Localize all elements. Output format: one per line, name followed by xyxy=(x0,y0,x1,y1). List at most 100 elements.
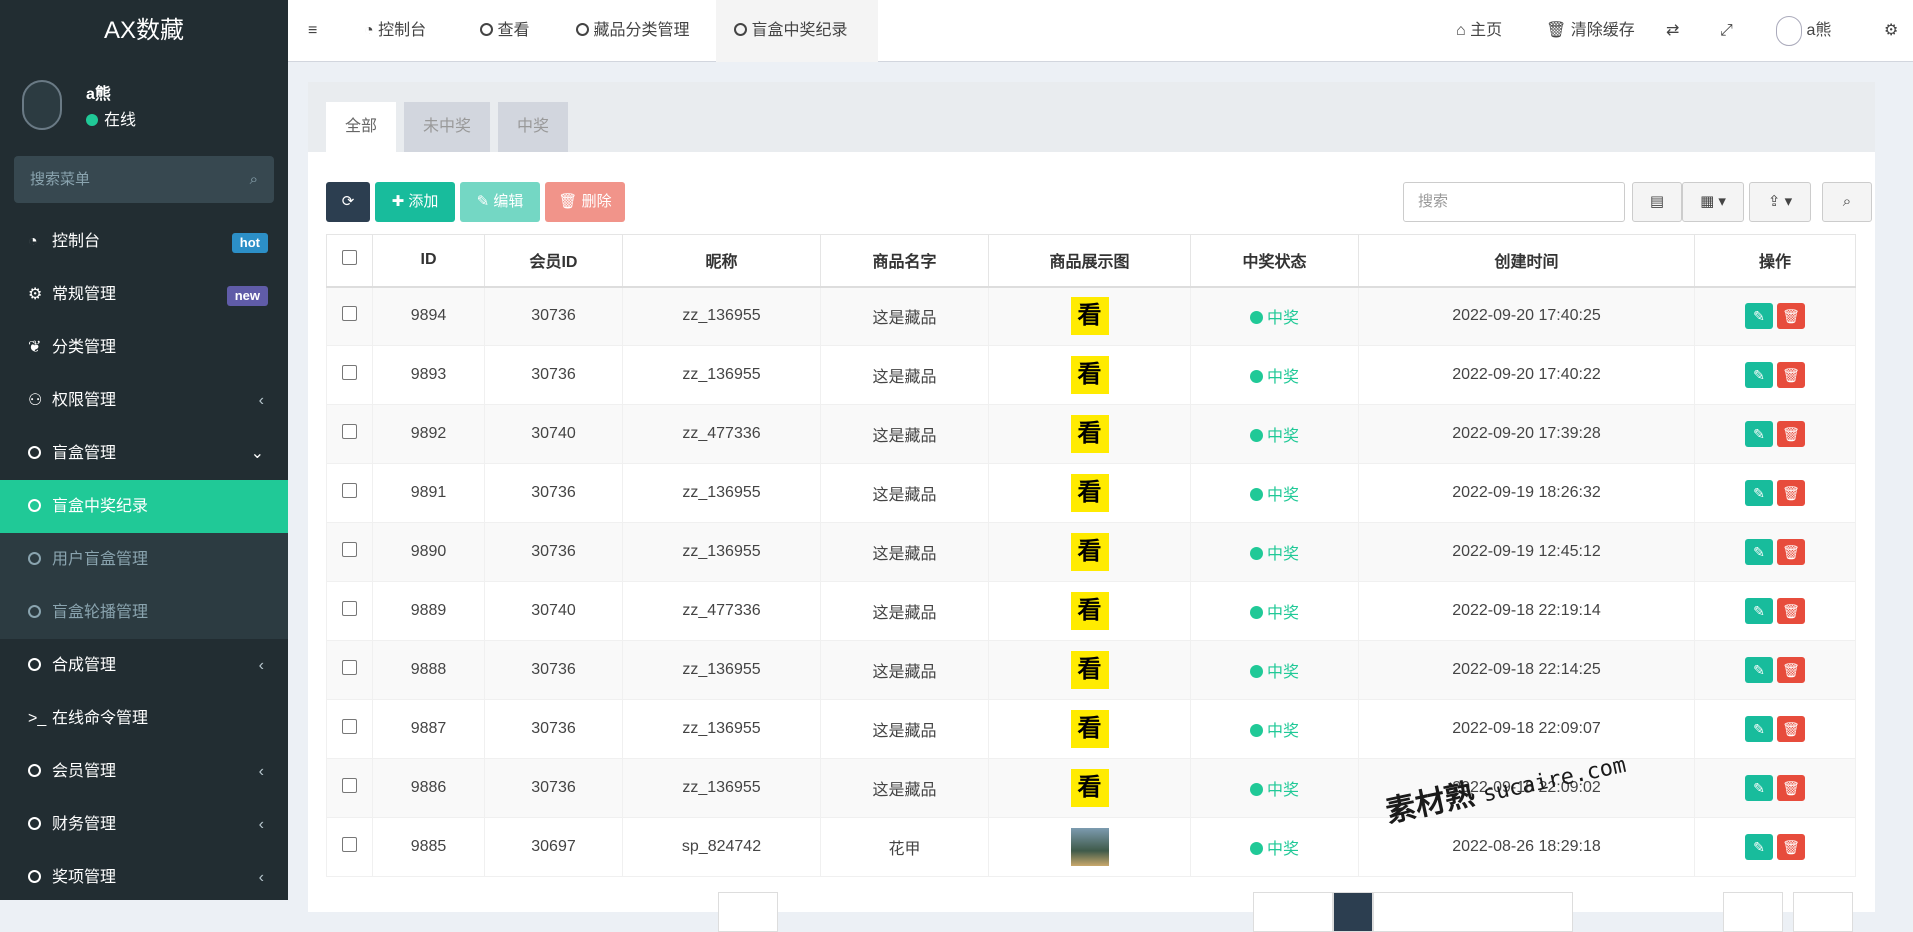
menu-toggle-icon[interactable]: ≡ xyxy=(308,0,317,62)
tab-not-won[interactable]: 未中奖 xyxy=(404,102,490,152)
sidebar-item-dashboard[interactable]: ◔ 控制台 hot xyxy=(0,215,288,268)
row-select-cell[interactable] xyxy=(326,345,373,405)
row-edit-button[interactable]: ✎ xyxy=(1745,539,1773,565)
row-edit-button[interactable]: ✎ xyxy=(1745,716,1773,742)
settings-icon[interactable]: ⚙ xyxy=(1884,0,1898,62)
sidebar-item-general[interactable]: ⚙ 常规管理 new xyxy=(0,268,288,321)
row-checkbox[interactable] xyxy=(342,778,357,793)
col-nickname[interactable]: 昵称 xyxy=(622,234,821,288)
select-all-cell[interactable] xyxy=(326,234,373,288)
edit-button[interactable]: ✎ 编辑 xyxy=(460,182,540,222)
table-row[interactable]: 9888 30736 zz_136955 这是藏品 看 中奖 2022-09-18 22:1… xyxy=(326,640,1856,700)
row-select-cell[interactable] xyxy=(326,758,373,818)
pagination-current[interactable] xyxy=(1333,892,1373,932)
goods-thumbnail[interactable]: 看 xyxy=(1070,474,1109,512)
col-member-id[interactable]: 会员ID xyxy=(484,234,623,288)
pagination-prev[interactable] xyxy=(1253,892,1333,932)
tab-blindbox-winning[interactable]: 盲盒中奖纪录 xyxy=(716,0,878,62)
columns-button[interactable]: ▦ ▾ xyxy=(1682,182,1744,222)
goods-thumbnail[interactable]: 看 xyxy=(1070,710,1109,748)
col-status[interactable]: 中奖状态 xyxy=(1190,234,1359,288)
row-edit-button[interactable]: ✎ xyxy=(1745,303,1773,330)
add-button[interactable]: ✚ 添加 xyxy=(375,182,455,222)
row-checkbox[interactable] xyxy=(342,660,357,675)
select-all-checkbox[interactable] xyxy=(342,250,357,266)
row-edit-button[interactable]: ✎ xyxy=(1745,421,1773,447)
pagination-next[interactable] xyxy=(1793,892,1853,932)
row-checkbox[interactable] xyxy=(342,306,357,322)
row-checkbox[interactable] xyxy=(342,719,357,734)
row-checkbox[interactable] xyxy=(342,483,357,498)
tab-won[interactable]: 中奖 xyxy=(498,102,568,152)
col-created-time[interactable]: 创建时间 xyxy=(1358,234,1695,288)
goods-thumbnail[interactable]: 看 xyxy=(1070,592,1109,630)
row-edit-button[interactable]: ✎ xyxy=(1745,775,1773,801)
fullscreen-icon[interactable]: ⤢ xyxy=(1720,0,1733,62)
table-row[interactable]: 9891 30736 zz_136955 这是藏品 看 中奖 2022-09-19 18:2… xyxy=(326,463,1856,523)
row-delete-button[interactable]: 🗑 xyxy=(1777,598,1805,624)
row-edit-button[interactable]: ✎ xyxy=(1745,480,1773,506)
row-delete-button[interactable]: 🗑 xyxy=(1777,362,1805,388)
row-delete-button[interactable]: 🗑 xyxy=(1777,834,1805,860)
goods-thumbnail[interactable]: 看 xyxy=(1070,769,1109,807)
goods-thumbnail[interactable]: 看 xyxy=(1070,533,1109,571)
row-select-cell[interactable] xyxy=(326,640,373,700)
row-select-cell[interactable] xyxy=(326,817,373,877)
sidebar-item-finance[interactable]: 财务管理 ‹ xyxy=(0,798,288,851)
row-delete-button[interactable]: 🗑 xyxy=(1777,303,1805,330)
search-input[interactable]: 搜索 xyxy=(1403,182,1625,222)
row-checkbox[interactable] xyxy=(342,542,357,557)
row-checkbox[interactable] xyxy=(342,601,357,616)
row-select-cell[interactable] xyxy=(326,463,373,523)
toggle-card-view-button[interactable]: ▤ xyxy=(1632,182,1682,222)
table-row[interactable]: 9887 30736 zz_136955 这是藏品 看 中奖 2022-09-18 22:0… xyxy=(326,699,1856,759)
sidebar-item-category[interactable]: ❦ 分类管理 xyxy=(0,321,288,374)
row-edit-button[interactable]: ✎ xyxy=(1745,657,1773,683)
export-button[interactable]: ⇪ ▾ xyxy=(1749,182,1811,222)
home-link[interactable]: ⌂ 主页 xyxy=(1456,0,1502,62)
row-checkbox[interactable] xyxy=(342,424,357,439)
table-row[interactable]: 9885 30697 sp_824742 花甲 中奖 2022-08-26 18:29:1… xyxy=(326,817,1856,877)
row-checkbox[interactable] xyxy=(342,837,357,852)
delete-button[interactable]: 🗑 删除 xyxy=(545,182,625,222)
refresh-button[interactable]: ⟳ xyxy=(326,182,370,222)
row-select-cell[interactable] xyxy=(326,404,373,464)
row-delete-button[interactable]: 🗑 xyxy=(1777,421,1805,447)
language-icon[interactable]: ⇄ xyxy=(1666,0,1679,62)
sidebar-item-command[interactable]: >_ 在线命令管理 xyxy=(0,692,288,745)
table-row[interactable]: 9889 30740 zz_477336 这是藏品 看 中奖 2022-09-18 22:1… xyxy=(326,581,1856,641)
sidebar-item-prize[interactable]: 奖项管理 ‹ xyxy=(0,851,288,904)
col-id[interactable]: ID xyxy=(372,234,485,288)
row-delete-button[interactable]: 🗑 xyxy=(1777,716,1805,742)
row-delete-button[interactable]: 🗑 xyxy=(1777,539,1805,565)
goods-thumbnail[interactable]: 看 xyxy=(1070,415,1109,453)
goods-thumbnail[interactable]: 看 xyxy=(1070,651,1109,689)
sidebar-item-synthesis[interactable]: 合成管理 ‹ xyxy=(0,639,288,692)
sidebar-item-blindbox-carousel[interactable]: 盲盒轮播管理 xyxy=(0,586,288,639)
row-select-cell[interactable] xyxy=(326,699,373,759)
table-row[interactable]: 9894 30736 zz_136955 这是藏品 看 中奖 2022-09-20 17:4… xyxy=(326,286,1856,346)
pagination-jump[interactable] xyxy=(1723,892,1783,932)
sidebar-item-member[interactable]: 会员管理 ‹ xyxy=(0,745,288,798)
row-checkbox[interactable] xyxy=(342,365,357,380)
tab-view[interactable]: 查看 xyxy=(480,0,560,62)
table-row[interactable]: 9893 30736 zz_136955 这是藏品 看 中奖 2022-09-20 17:4… xyxy=(326,345,1856,405)
user-menu[interactable]: a熊 xyxy=(1776,0,1831,62)
sidebar-item-auth[interactable]: ⚇ 权限管理 ‹ xyxy=(0,374,288,427)
row-select-cell[interactable] xyxy=(326,286,373,346)
col-goods-name[interactable]: 商品名字 xyxy=(820,234,989,288)
col-goods-image[interactable]: 商品展示图 xyxy=(988,234,1191,288)
row-edit-button[interactable]: ✎ xyxy=(1745,834,1773,860)
tab-all[interactable]: 全部 xyxy=(326,102,396,152)
goods-thumbnail[interactable]: 看 xyxy=(1070,356,1109,394)
table-row[interactable]: 9892 30740 zz_477336 这是藏品 看 中奖 2022-09-20 17:3… xyxy=(326,404,1856,464)
row-delete-button[interactable]: 🗑 xyxy=(1777,657,1805,683)
goods-thumbnail[interactable]: 看 xyxy=(1070,297,1109,336)
pagination-pages[interactable] xyxy=(1373,892,1573,932)
row-select-cell[interactable] xyxy=(326,522,373,582)
row-delete-button[interactable]: 🗑 xyxy=(1777,775,1805,801)
sidebar-item-blindbox-winning[interactable]: 盲盒中奖纪录 xyxy=(0,480,288,533)
goods-thumbnail[interactable] xyxy=(1070,828,1109,866)
menu-search-input[interactable]: 搜索菜单 ⌕ xyxy=(14,156,274,203)
page-size-select[interactable] xyxy=(718,892,778,932)
